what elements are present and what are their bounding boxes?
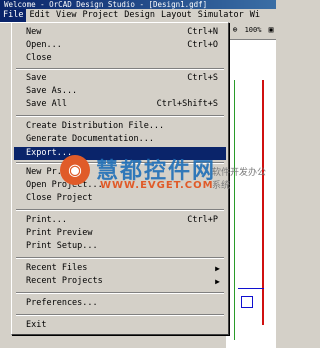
menu-separator [16, 162, 224, 164]
menu-item-open-project[interactable]: Open Project... [14, 179, 226, 192]
menu-item-label: New [26, 27, 42, 37]
menu-item-exit[interactable]: Exit [14, 319, 226, 332]
menu-item-save[interactable]: Save Ctrl+S [14, 72, 226, 85]
zoom-level[interactable]: 100% [242, 25, 264, 35]
menu-item-label: Exit [26, 320, 47, 330]
menu-item-close[interactable]: Close [14, 52, 226, 65]
menu-separator [16, 257, 224, 259]
menu-separator [16, 115, 224, 117]
menu-item-label: New Pr... [26, 167, 73, 177]
menu-view[interactable]: View [53, 9, 79, 22]
menu-item-preferences[interactable]: Preferences... [14, 297, 226, 310]
menu-item-print[interactable]: Print... Ctrl+P [14, 214, 226, 227]
menu-design[interactable]: Design [121, 9, 158, 22]
toolbar: ⊕ 100% ▣ [228, 22, 276, 40]
menu-item-print-preview[interactable]: Print Preview [14, 227, 226, 240]
menu-item-shortcut: Ctrl+S [187, 73, 218, 83]
menu-item-generate-docs[interactable]: Generate Documentation... [14, 133, 226, 146]
menu-item-label: Print Preview [26, 228, 93, 238]
file-menu-dropdown: New Ctrl+N Open... Ctrl+O Close Save Ctr… [11, 22, 229, 335]
menu-item-label: Recent Projects [26, 276, 103, 286]
canvas-blue-box [241, 296, 253, 308]
menu-separator [16, 68, 224, 70]
menu-item-save-as[interactable]: Save As... [14, 85, 226, 98]
menu-item-label: Create Distribution File... [26, 121, 165, 131]
window-title: Welcome - OrCAD Design Studio - [Design1… [4, 0, 208, 9]
title-bar: Welcome - OrCAD Design Studio - [Design1… [0, 0, 276, 9]
menu-item-shortcut: Ctrl+Shift+S [156, 99, 218, 109]
design-canvas[interactable] [226, 40, 276, 348]
menu-file[interactable]: File [0, 9, 27, 22]
menu-item-label: Print... [26, 215, 67, 225]
menu-edit[interactable]: Edit [26, 9, 52, 22]
menu-item-label: Save [26, 73, 47, 83]
menu-item-label: Close Project [26, 193, 93, 203]
menu-item-label: Generate Documentation... [26, 134, 154, 144]
menu-item-new[interactable]: New Ctrl+N [14, 26, 226, 39]
menu-separator [16, 209, 224, 211]
menu-window[interactable]: Wi [247, 9, 263, 22]
menu-item-label: Open Project... [26, 180, 103, 190]
menu-item-label: Preferences... [26, 298, 98, 308]
menu-item-recent-projects[interactable]: Recent Projects ▶ [14, 275, 226, 288]
menu-item-label: Save All [26, 99, 67, 109]
menu-item-shortcut: Ctrl+N [187, 27, 218, 37]
menu-simulator[interactable]: Simulator [195, 9, 247, 22]
menu-item-print-setup[interactable]: Print Setup... [14, 240, 226, 253]
menu-separator [16, 314, 224, 316]
menu-item-close-project[interactable]: Close Project [14, 192, 226, 205]
menu-item-label: Close [26, 53, 52, 63]
menu-item-open[interactable]: Open... Ctrl+O [14, 39, 226, 52]
menu-layout[interactable]: Layout [158, 9, 195, 22]
canvas-blue-wire [238, 288, 264, 289]
menu-item-label: Print Setup... [26, 241, 98, 251]
zoom-in-icon[interactable]: ⊕ [230, 25, 240, 35]
menu-separator [16, 292, 224, 294]
menu-item-shortcut: Ctrl+O [187, 40, 218, 50]
menu-item-save-all[interactable]: Save All Ctrl+Shift+S [14, 98, 226, 111]
menu-item-recent-files[interactable]: Recent Files ▶ [14, 262, 226, 275]
submenu-arrow-icon: ▶ [215, 264, 220, 273]
menu-item-label: Export... [26, 148, 73, 158]
menu-item-label: Open... [26, 40, 62, 50]
menu-item-label: Recent Files [26, 263, 88, 273]
menu-item-label: Save As... [26, 86, 78, 96]
canvas-green-wire [234, 80, 235, 340]
menu-item-create-distribution[interactable]: Create Distribution File... [14, 120, 226, 133]
submenu-arrow-icon: ▶ [215, 277, 220, 286]
menu-item-new-project[interactable]: New Pr... [14, 166, 226, 179]
menu-bar: File Edit View Project Design Layout Simulator… [0, 9, 276, 23]
menu-item-shortcut: Ctrl+P [187, 215, 218, 225]
zoom-fit-icon[interactable]: ▣ [266, 25, 276, 35]
menu-project[interactable]: Project [79, 9, 121, 22]
menu-item-export[interactable]: Export... [14, 147, 226, 160]
